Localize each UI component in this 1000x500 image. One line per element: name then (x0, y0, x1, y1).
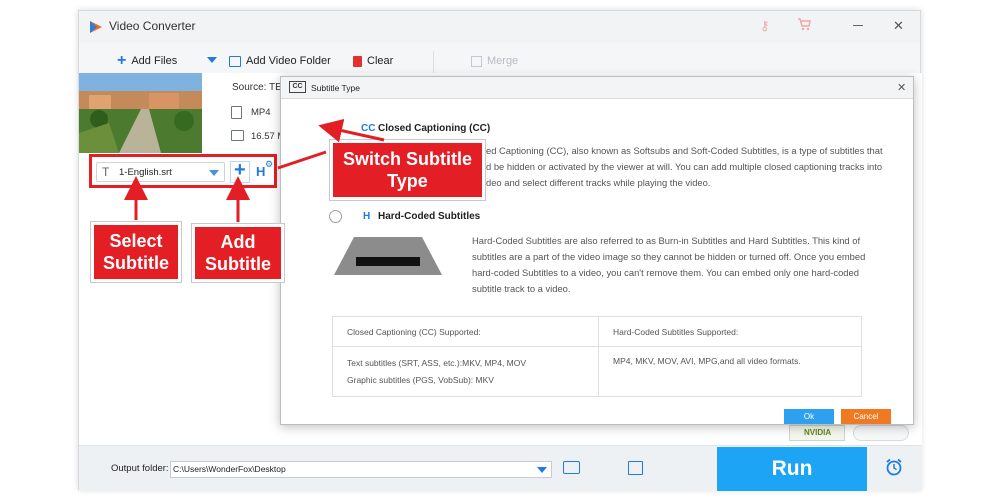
annotation-arrows (124, 118, 385, 222)
switch-type-arrow-up (318, 118, 385, 143)
switch-type-arrow-down (277, 150, 327, 170)
